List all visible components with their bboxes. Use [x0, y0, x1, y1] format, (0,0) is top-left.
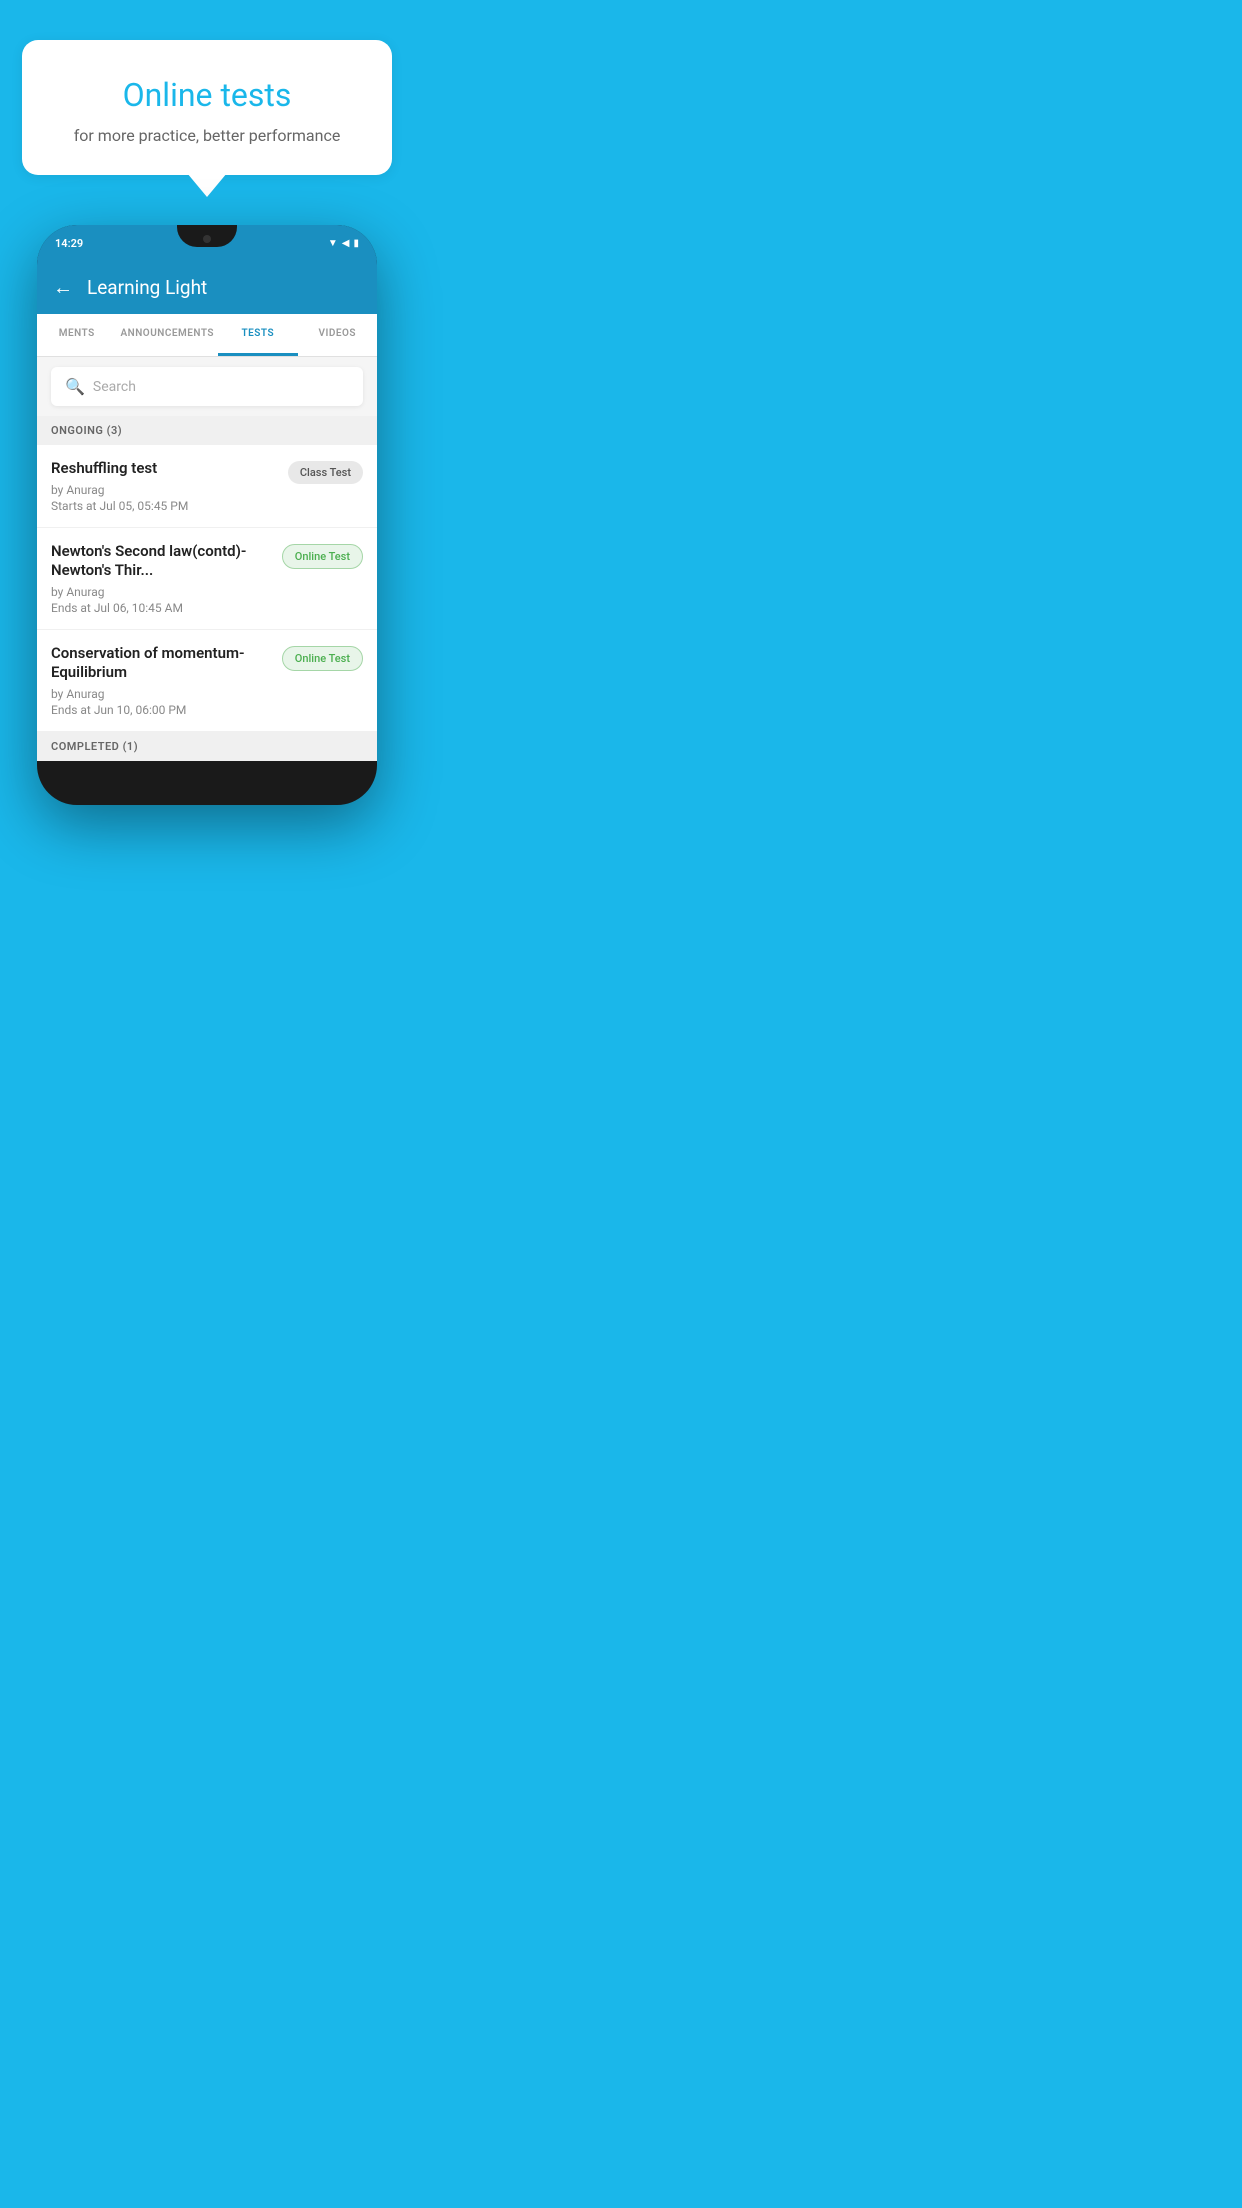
tab-announcements[interactable]: ANNOUNCEMENTS — [116, 314, 218, 356]
status-bar: 14:29 ▼ ◀ ▮ — [37, 225, 377, 261]
completed-section-label: COMPLETED (1) — [37, 732, 377, 761]
speech-bubble: Online tests for more practice, better p… — [22, 40, 392, 175]
phone-frame: 14:29 ▼ ◀ ▮ ← Learning Light MENTS ANNOU… — [37, 225, 377, 805]
test-name: Newton's Second law(contd)-Newton's Thir… — [51, 542, 272, 581]
test-badge-class: Class Test — [288, 461, 363, 484]
test-item[interactable]: Conservation of momentum-Equilibrium by … — [37, 630, 377, 732]
test-date: Starts at Jul 05, 05:45 PM — [51, 499, 278, 513]
test-item[interactable]: Reshuffling test by Anurag Starts at Jul… — [37, 445, 377, 528]
test-badge-online: Online Test — [282, 646, 363, 671]
test-badge-online: Online Test — [282, 544, 363, 569]
camera — [203, 235, 211, 243]
status-time: 14:29 — [55, 237, 83, 250]
notch — [177, 225, 237, 247]
back-button[interactable]: ← — [53, 275, 73, 300]
search-icon: 🔍 — [65, 377, 85, 396]
tab-ments[interactable]: MENTS — [37, 314, 116, 356]
test-name: Conservation of momentum-Equilibrium — [51, 644, 272, 683]
wifi-icon: ▼ — [328, 238, 338, 249]
test-author: by Anurag — [51, 585, 272, 599]
test-info: Conservation of momentum-Equilibrium by … — [51, 644, 272, 717]
test-date: Ends at Jun 10, 06:00 PM — [51, 703, 272, 717]
signal-icon: ◀ — [342, 238, 350, 249]
test-item[interactable]: Newton's Second law(contd)-Newton's Thir… — [37, 528, 377, 630]
test-info: Reshuffling test by Anurag Starts at Jul… — [51, 459, 278, 513]
test-author: by Anurag — [51, 483, 278, 497]
tab-videos[interactable]: VIDEOS — [298, 314, 377, 356]
tabs-bar: MENTS ANNOUNCEMENTS TESTS VIDEOS — [37, 314, 377, 357]
test-name: Reshuffling test — [51, 459, 278, 479]
bubble-subtitle: for more practice, better performance — [52, 126, 362, 145]
battery-icon: ▮ — [353, 238, 359, 249]
tab-tests[interactable]: TESTS — [218, 314, 297, 356]
search-bar-container: 🔍 Search — [37, 357, 377, 416]
search-input[interactable]: Search — [93, 379, 136, 395]
test-author: by Anurag — [51, 687, 272, 701]
app-title: Learning Light — [87, 276, 207, 299]
status-icons: ▼ ◀ ▮ — [328, 238, 359, 249]
bubble-title: Online tests — [52, 76, 362, 114]
test-info: Newton's Second law(contd)-Newton's Thir… — [51, 542, 272, 615]
app-header: ← Learning Light — [37, 261, 377, 314]
ongoing-section-label: ONGOING (3) — [37, 416, 377, 445]
test-list: Reshuffling test by Anurag Starts at Jul… — [37, 445, 377, 732]
search-input-wrap[interactable]: 🔍 Search — [51, 367, 363, 406]
test-date: Ends at Jul 06, 10:45 AM — [51, 601, 272, 615]
